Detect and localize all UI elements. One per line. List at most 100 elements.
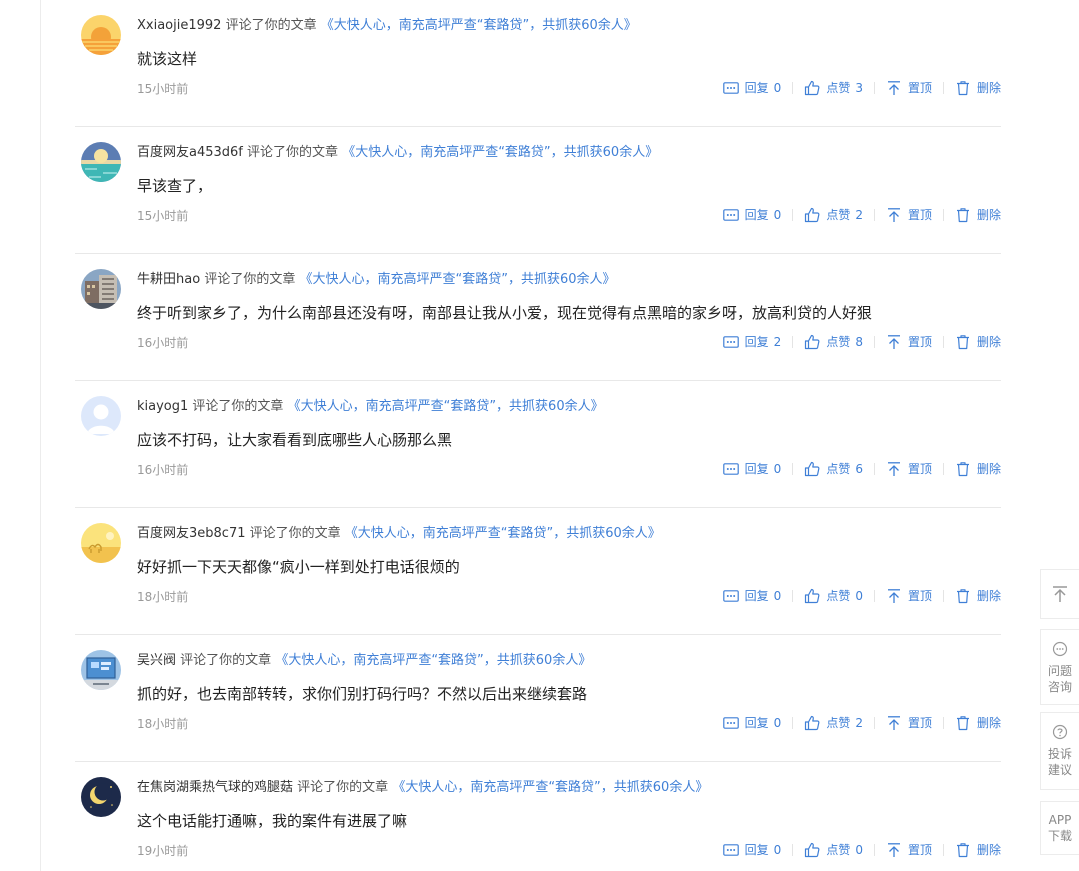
reply-button[interactable]: 回复 0 [722,79,781,97]
default-person-avatar[interactable] [81,396,121,436]
divider [942,82,944,94]
divider [792,590,794,602]
comment-time: 15小时前 [137,82,189,96]
article-link[interactable]: 《大快人心，南充高坪严查“套路贷”，共抓获60余人》 [321,18,637,33]
sea-sun-avatar[interactable] [81,142,121,182]
comment-item: 百度网友a453d6f 评论了你的文章 《大快人心，南充高坪严查“套路贷”，共抓… [75,127,1001,254]
comment-time: 16小时前 [137,463,189,477]
reply-icon [722,844,739,856]
comment-meta: kiayog1 评论了你的文章 《大快人心，南充高坪严查“套路贷”，共抓获60余… [137,397,604,417]
divider [873,717,875,729]
delete-button[interactable]: 删除 [955,79,1001,97]
delete-label: 删除 [976,589,1001,603]
desert-avatar[interactable] [81,523,121,563]
pin-top-button[interactable]: 置顶 [886,587,932,605]
trash-icon [956,335,969,350]
divider [873,844,875,856]
article-link[interactable]: 《大快人心，南充高坪严查“套路贷”，共抓获60余人》 [342,145,658,160]
divider [942,463,944,475]
like-count: 6 [855,462,863,476]
reply-button[interactable]: 回复 2 [722,333,781,351]
like-button[interactable]: 点赞 0 [804,587,863,605]
like-button[interactable]: 点赞 8 [804,333,863,351]
delete-button[interactable]: 删除 [955,714,1001,732]
username-link[interactable]: 在焦岗湖乘热气球的鸡腿菇 [137,780,293,795]
comment-actions: 回复 0 点赞 3 置顶 删除 [722,79,1001,97]
comment-content: 抓的好，也去南部转转，求你们别打码行吗？不然以后出来继续套路 [137,685,588,703]
article-link[interactable]: 《大快人心，南充高坪严查“套路贷”，共抓获60余人》 [288,399,604,414]
username-link[interactable]: kiayog1 [137,399,188,414]
like-button[interactable]: 点赞 6 [804,460,863,478]
comment-meta: 吴兴阀 评论了你的文章 《大快人心，南充高坪严查“套路贷”，共抓获60余人》 [137,651,591,671]
moon-avatar[interactable] [81,777,121,817]
like-count: 0 [855,589,863,603]
username-link[interactable]: Xxiaojie1992 [137,18,221,33]
pin-top-icon [887,589,900,603]
action-text: 评论了你的文章 [192,399,284,414]
sunset-avatar[interactable] [81,15,121,55]
username-link[interactable]: 百度网友3eb8c71 [137,526,245,541]
screen-photo-avatar[interactable] [81,650,121,690]
pin-top-button[interactable]: 置顶 [886,714,932,732]
delete-button[interactable]: 删除 [955,333,1001,351]
divider [792,844,794,856]
back-to-top-button[interactable] [1040,569,1079,619]
like-button[interactable]: 点赞 0 [804,841,863,859]
delete-button[interactable]: 删除 [955,206,1001,224]
delete-button[interactable]: 删除 [955,587,1001,605]
reply-icon [722,336,739,348]
divider [942,209,944,221]
building-photo-avatar[interactable] [81,269,121,309]
thumb-up-icon [805,715,820,731]
like-count: 0 [855,843,863,857]
complaint-button[interactable]: 投诉建议 [1040,712,1079,790]
comment-item: kiayog1 评论了你的文章 《大快人心，南充高坪严查“套路贷”，共抓获60余… [75,381,1001,508]
comment-meta: 百度网友a453d6f 评论了你的文章 《大快人心，南充高坪严查“套路贷”，共抓… [137,143,658,163]
reply-button[interactable]: 回复 0 [722,206,782,224]
app-download-button[interactable]: APP下载 [1040,801,1079,855]
divider [942,717,944,729]
username-link[interactable]: 吴兴阀 [137,653,176,668]
like-button[interactable]: 点赞 2 [804,714,863,732]
chat-icon [1052,641,1068,657]
article-link[interactable]: 《大快人心，南充高坪严查“套路贷”，共抓获60余人》 [275,653,591,668]
reply-button[interactable]: 回复 0 [722,460,781,478]
divider [792,82,794,94]
comment-meta: 百度网友3eb8c71 评论了你的文章 《大快人心，南充高坪严查“套路贷”，共抓… [137,524,661,544]
delete-button[interactable]: 删除 [955,460,1001,478]
like-label: 点赞 [826,335,851,349]
reply-button[interactable]: 回复 0 [722,714,781,732]
pin-top-button[interactable]: 置顶 [886,206,932,224]
reply-button[interactable]: 回复 0 [722,841,781,859]
trash-icon [956,81,969,96]
pin-top-button[interactable]: 置顶 [886,460,932,478]
reply-label: 回复 [744,81,769,95]
question-consult-button[interactable]: 问题咨询 [1040,629,1079,705]
delete-label: 删除 [976,716,1001,730]
comment-time: 18小时前 [137,717,189,731]
username-link[interactable]: 牛耕田hao [137,272,200,287]
delete-label: 删除 [976,843,1001,857]
comment-time: 18小时前 [137,590,189,604]
username-link[interactable]: 百度网友a453d6f [137,145,243,160]
like-button[interactable]: 点赞 3 [804,79,863,97]
reply-label: 回复 [744,843,769,857]
like-label: 点赞 [826,208,851,222]
pin-top-button[interactable]: 置顶 [886,79,932,97]
reply-count: 0 [773,208,782,222]
reply-icon [722,717,739,729]
divider [792,717,794,729]
delete-label: 删除 [976,462,1001,476]
delete-button[interactable]: 删除 [955,841,1001,859]
pin-top-button[interactable]: 置顶 [886,841,932,859]
comment-content: 好好抓一下天天都像“疯小一样到处打电话很烦的 [137,558,460,576]
reply-button[interactable]: 回复 0 [722,587,781,605]
comment-actions: 回复 0 点赞 6 置顶 删除 [722,460,1001,478]
article-link[interactable]: 《大快人心，南充高坪严查“套路贷”，共抓获60余人》 [299,272,615,287]
article-link[interactable]: 《大快人心，南充高坪严查“套路贷”，共抓获60余人》 [392,780,708,795]
pin-top-button[interactable]: 置顶 [886,333,932,351]
like-button[interactable]: 点赞 2 [804,206,863,224]
article-link[interactable]: 《大快人心，南充高坪严查“套路贷”，共抓获60余人》 [345,526,661,541]
comment-item: 牛耕田hao 评论了你的文章 《大快人心，南充高坪严查“套路贷”，共抓获60余人… [75,254,1001,381]
comment-meta: 在焦岗湖乘热气球的鸡腿菇 评论了你的文章 《大快人心，南充高坪严查“套路贷”，共… [137,778,708,798]
